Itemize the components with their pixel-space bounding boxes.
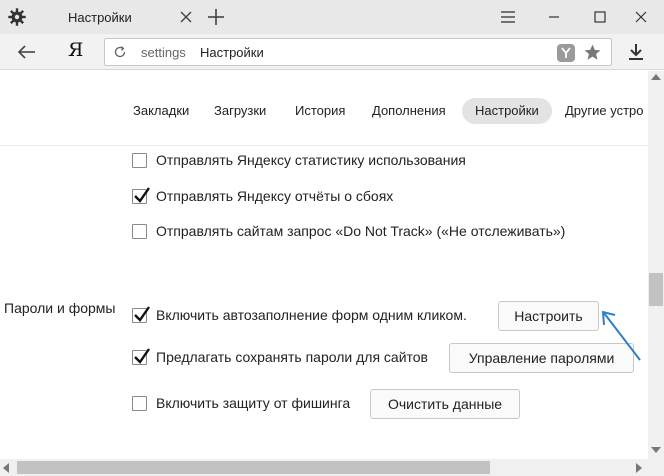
scroll-down-icon[interactable]: [651, 447, 661, 453]
close-icon[interactable]: [178, 9, 194, 25]
star-icon[interactable]: [583, 43, 602, 62]
tab-downloads[interactable]: Загрузки: [214, 98, 266, 124]
checkbox[interactable]: [132, 153, 147, 168]
checkbox-checked[interactable]: [132, 306, 150, 323]
tab-extensions[interactable]: Дополнения: [372, 98, 446, 124]
hamburger-menu-icon[interactable]: [485, 0, 531, 34]
address-bar[interactable]: settings Настройки: [104, 38, 612, 66]
configure-autofill-button[interactable]: Настроить: [498, 301, 599, 331]
nav-divider: [0, 145, 648, 146]
settings-page: Закладки Загрузки История Дополнения Нас…: [0, 71, 648, 459]
horizontal-scroll-thumb[interactable]: [17, 461, 490, 474]
tab-other-devices[interactable]: Другие устро: [565, 98, 644, 124]
option-label: Отправлять сайтам запрос «Do Not Track» …: [156, 223, 566, 239]
option-label: Включить защиту от фишинга: [156, 395, 351, 411]
option-label: Включить автозаполнение форм одним клико…: [156, 307, 467, 323]
url-title: Настройки: [200, 45, 264, 60]
checkbox-checked[interactable]: [132, 348, 150, 365]
scroll-up-icon[interactable]: [651, 74, 661, 80]
option-label: Отправлять Яндексу статистику использова…: [156, 152, 466, 168]
annotation-arrow-icon: [601, 310, 641, 361]
option-label: Предлагать сохранять пароли для сайтов: [156, 349, 428, 365]
minimize-icon[interactable]: [531, 0, 577, 34]
window-close-icon[interactable]: [618, 0, 664, 34]
checkbox[interactable]: [132, 224, 147, 239]
reload-icon[interactable]: [113, 45, 127, 59]
option-label: Отправлять Яндексу отчёты о сбоях: [156, 188, 394, 204]
clear-data-button[interactable]: Очистить данные: [370, 389, 520, 419]
checkbox[interactable]: [132, 396, 147, 411]
scroll-right-icon[interactable]: [636, 463, 642, 473]
tab-history[interactable]: История: [295, 98, 345, 124]
tab-settings[interactable]: Настройки: [462, 98, 552, 124]
back-arrow-icon[interactable]: [16, 42, 38, 62]
checkbox-checked[interactable]: [132, 187, 150, 204]
section-label-passwords: Пароли и формы: [4, 300, 116, 316]
url-scheme: settings: [141, 45, 186, 60]
toolbar: Я settings Настройки: [0, 34, 664, 70]
checkmark-icon: [134, 187, 150, 203]
scroll-left-icon[interactable]: [3, 463, 9, 473]
tab-bookmarks[interactable]: Закладки: [133, 98, 189, 124]
checkmark-icon: [134, 306, 150, 322]
vertical-scroll-thumb[interactable]: [649, 273, 663, 306]
settings-gear-icon[interactable]: [8, 8, 26, 26]
protect-shield-icon[interactable]: [557, 44, 575, 62]
tab-title[interactable]: Настройки: [68, 10, 132, 25]
scrollbar-corner: [648, 459, 664, 476]
download-icon[interactable]: [626, 42, 646, 62]
title-bar: Настройки: [0, 0, 664, 34]
yandex-logo[interactable]: Я: [68, 39, 83, 61]
maximize-icon[interactable]: [577, 0, 623, 34]
plus-icon[interactable]: [206, 7, 226, 27]
vertical-scrollbar[interactable]: [648, 71, 664, 459]
checkmark-icon: [134, 348, 150, 364]
